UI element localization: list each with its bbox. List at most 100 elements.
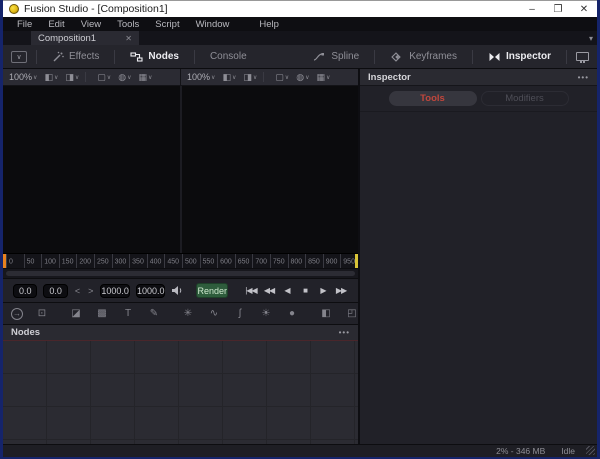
render-end-field[interactable]: 1000.0 [135, 283, 166, 298]
left-viewer-controls: 100% ∨ ◧ ∨ ◨ ∨ ▢ ∨ ◍ ∨ ▦ ∨ [3, 69, 180, 85]
tab-composition1[interactable]: Composition1 ✕ [31, 31, 139, 45]
goto-start-button[interactable]: |◀◀ [244, 286, 258, 295]
range-end-marker[interactable] [355, 254, 358, 268]
transform-icon[interactable]: ◰ [345, 308, 359, 319]
loader-icon[interactable]: → [11, 307, 23, 320]
render-button[interactable]: Render [196, 283, 228, 298]
magic-wand-icon [53, 51, 64, 61]
effects-button[interactable]: Effects [46, 51, 105, 63]
fast-forward-button[interactable]: ▶▶ [334, 286, 348, 295]
toolbar-separator [471, 49, 473, 64]
grid-icon[interactable]: ▦ ∨ [138, 72, 152, 83]
node-graph-canvas[interactable] [3, 341, 358, 444]
fast-rewind-button[interactable]: ◀◀ [262, 286, 276, 295]
audio-speaker-icon[interactable] [171, 285, 184, 296]
inspector-panel: Inspector ••• Tools Modifiers [360, 69, 597, 444]
background-icon[interactable]: ◪ [69, 308, 83, 319]
menu-item[interactable]: Window [188, 19, 238, 30]
tab-overflow-icon[interactable]: ▾ [589, 31, 593, 45]
inspector-body [360, 112, 597, 444]
menu-item[interactable]: Tools [109, 19, 147, 30]
zoom-select[interactable]: 100% ∨ [9, 72, 37, 82]
close-button[interactable]: ✕ [571, 1, 597, 17]
time-tick: 850 [305, 254, 323, 268]
menu-item[interactable]: File [9, 19, 40, 30]
grid-icon[interactable]: ▦ ∨ [316, 72, 330, 83]
colorcorrector-icon[interactable]: ∿ [207, 308, 221, 319]
toolbar-separator [374, 49, 376, 64]
step-next-icon[interactable]: > [87, 286, 94, 296]
roi-icon[interactable]: ▢ ∨ [97, 72, 111, 83]
clean-feed-monitor-icon[interactable] [576, 52, 589, 63]
fastnoise-icon[interactable]: ▩ [95, 308, 109, 319]
minimize-button[interactable]: – [519, 1, 545, 17]
menu-item[interactable]: Script [147, 19, 187, 30]
keyframes-icon [391, 51, 401, 62]
inspector-menu-icon[interactable]: ••• [578, 73, 589, 82]
lock-icon[interactable]: ◍ ∨ [296, 72, 309, 83]
play-button[interactable]: ▶ [316, 286, 330, 295]
keyframes-button[interactable]: Keyframes [384, 51, 463, 63]
time-tick: 900 [322, 254, 341, 268]
stop-button[interactable]: ■ [298, 286, 312, 295]
window-title: Fusion Studio - [Composition1] [24, 3, 168, 15]
zoom-select[interactable]: 100% ∨ [187, 72, 215, 82]
maximize-button[interactable]: ❐ [545, 1, 571, 17]
subview-icon[interactable]: ◨ ∨ [65, 72, 79, 83]
menu-item[interactable]: Edit [40, 19, 72, 30]
tools-toolbar: →⊡ ◪▩T✎ ✳∿ʃ☀● ◧◰▣⊠ [3, 302, 408, 324]
toolbar-toggle-icon[interactable]: ∨ [11, 50, 27, 63]
time-tick: 550 [199, 254, 218, 268]
subview-icon[interactable]: ◨ ∨ [243, 72, 257, 83]
fusion-logo-icon [9, 4, 19, 14]
time-tick: 800 [287, 254, 306, 268]
toolbar-separator [36, 49, 37, 64]
nodes-panel-menu-icon[interactable]: ••• [339, 328, 350, 337]
viewer-area [3, 86, 358, 253]
left-viewer[interactable] [3, 86, 180, 253]
right-viewer-controls: 100% ∨ ◧ ∨ ◨ ∨ ▢ ∨ ◍ ∨ ▦ ∨ [180, 69, 357, 85]
spline-button[interactable]: Spline [307, 51, 365, 63]
step-prev-icon[interactable]: < [74, 286, 81, 296]
roi-icon[interactable]: ▢ ∨ [275, 72, 289, 83]
saver-icon[interactable]: ⊡ [35, 308, 49, 319]
resize-grip-icon[interactable] [586, 446, 595, 455]
time-tick: 700 [252, 254, 270, 268]
menu-item[interactable]: Help [251, 19, 287, 30]
tab-modifiers[interactable]: Modifiers [480, 91, 569, 106]
playhead-marker[interactable] [3, 254, 6, 268]
paint-icon[interactable]: ✎ [147, 308, 161, 319]
menu-bar: File Edit View Tools Script Window Help [3, 17, 597, 31]
current-time-field[interactable]: 0.0 [13, 283, 38, 298]
split-view-icon[interactable]: ◧ ∨ [222, 72, 236, 83]
menu-item[interactable]: View [73, 19, 109, 30]
tab-tools[interactable]: Tools [388, 91, 477, 106]
viewer-control-bar: 100% ∨ ◧ ∨ ◨ ∨ ▢ ∨ ◍ ∨ ▦ ∨ 100% ∨ ◧ ∨ ◨ ∨ ▢ ∨ ◍ ∨ ▦… [3, 69, 358, 86]
right-viewer[interactable] [179, 86, 358, 253]
step-back-button[interactable]: ◀ [280, 286, 294, 295]
time-tick: 150 [58, 254, 77, 268]
time-ruler[interactable]: 0 50 100 150 200 250 300 350 400 450 500 550 600 650 7… [3, 253, 358, 268]
colorcurves-icon[interactable]: ʃ [233, 308, 247, 319]
merge-icon[interactable]: ◧ [319, 308, 333, 319]
time-tick: 250 [93, 254, 112, 268]
blur-icon[interactable]: ✳ [181, 308, 195, 319]
lock-icon[interactable]: ◍ ∨ [118, 72, 131, 83]
text-icon[interactable]: T [121, 308, 135, 319]
brightnesscontrast-icon[interactable]: ☀ [259, 308, 273, 319]
spline-icon [314, 52, 325, 61]
nodes-panel-header: Nodes ••• [3, 324, 358, 341]
console-button[interactable]: Console [204, 51, 253, 62]
nodes-button[interactable]: Nodes [124, 51, 185, 63]
inspector-icon [489, 52, 500, 61]
current-time-field-2[interactable]: 0.0 [43, 283, 68, 298]
inspector-button[interactable]: Inspector [482, 51, 557, 63]
timeline-scrollbar[interactable] [3, 268, 358, 278]
split-view-icon[interactable]: ◧ ∨ [44, 72, 58, 83]
scrollbar-handle[interactable] [6, 271, 355, 276]
inspector-tabs: Tools Modifiers [360, 86, 597, 112]
range-end-field[interactable]: 1000.0 [100, 283, 130, 298]
title-bar: Fusion Studio - [Composition1] – ❐ ✕ [3, 0, 597, 17]
tab-close-icon[interactable]: ✕ [125, 34, 132, 43]
huesaturation-icon[interactable]: ● [285, 308, 299, 319]
